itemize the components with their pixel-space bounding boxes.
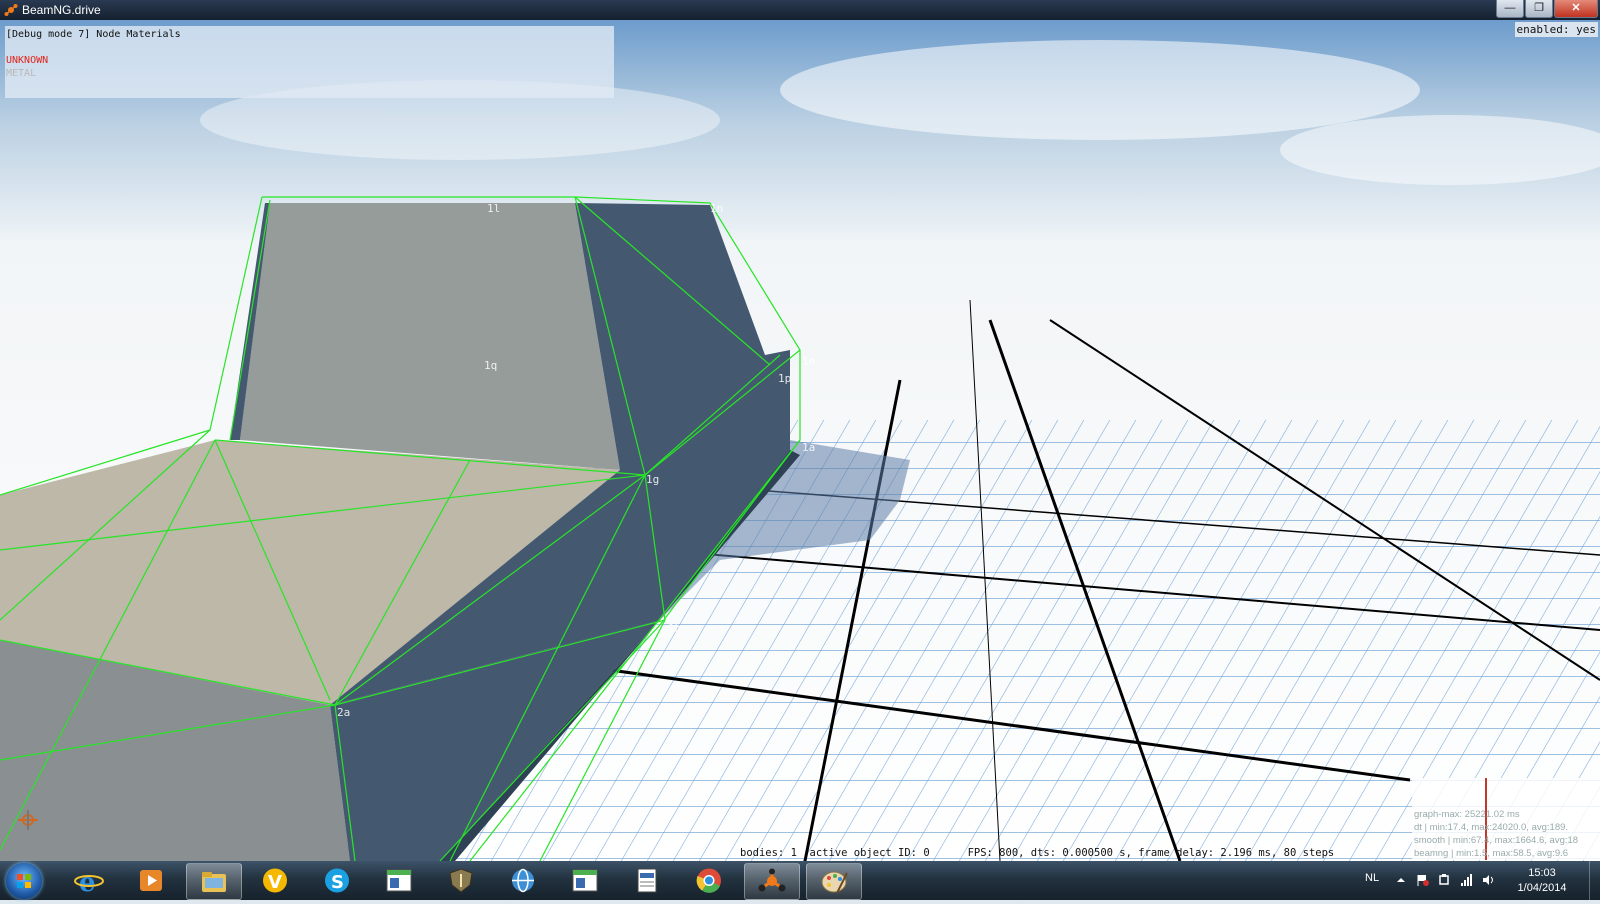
node-label: 1h (668, 622, 682, 635)
node-label: 1p (778, 372, 792, 385)
node-label: 1n (710, 202, 724, 215)
svg-text:S: S (331, 872, 344, 893)
window-app-icon (386, 869, 412, 892)
window-titlebar[interactable]: BeamNG.drive — ❐ ✕ (0, 0, 1600, 20)
start-button[interactable] (6, 863, 42, 899)
close-button[interactable]: ✕ (1554, 0, 1598, 18)
network-signal-icon[interactable] (1460, 874, 1472, 886)
taskbar-item-chrome[interactable] (682, 863, 736, 898)
minimize-button[interactable]: — (1496, 0, 1524, 18)
physics-status-bar: bodies: 1 active object ID: 0 FPS: 800, … (740, 847, 1335, 859)
graph-smooth-line: smooth | min:67.4, max:1664.6, avg:18 (1414, 835, 1579, 846)
node-label: 1e (802, 355, 816, 368)
performance-graph: graph-max: 25221.02 ms dt | min:17.4, ma… (1412, 778, 1600, 860)
paint-palette-icon (821, 871, 848, 894)
taskbar-item-shield-app[interactable] (434, 863, 488, 898)
taskbar-item-v-app[interactable]: V (248, 863, 302, 898)
language-indicator[interactable]: NL (1365, 872, 1379, 884)
svg-text:V: V (268, 872, 282, 893)
taskbar-item-skype[interactable]: S (310, 863, 364, 898)
window-app-icon (572, 869, 598, 892)
taskbar-item-beamng[interactable] (744, 863, 800, 900)
beamng-app-icon (4, 4, 18, 16)
action-center-flag-icon[interactable] (1417, 874, 1429, 886)
taskbar-item-internet-explorer[interactable]: e (62, 863, 116, 898)
debug-mode-line: [Debug mode 7] Node Materials (6, 29, 181, 40)
window-title: BeamNG.drive (22, 3, 101, 17)
taskbar-item-paint[interactable] (806, 863, 862, 900)
graph-dt-line: dt | min:17.4, max:24020.0, avg:189. (1414, 822, 1569, 833)
chrome-icon (696, 868, 721, 893)
node-label: 1q (484, 359, 498, 372)
node-label: 1g (646, 473, 660, 486)
taskbar-item-globe-app[interactable] (496, 863, 550, 898)
clock-date: 1/04/2014 (1517, 882, 1567, 894)
node-label: 1a (802, 441, 816, 454)
taskbar-item-window-app-2[interactable] (558, 863, 612, 898)
system-tray: NL 15:03 1/04/2014 (1360, 861, 1600, 900)
v-app-icon: V (263, 868, 287, 893)
taskbar-item-window-app[interactable] (372, 863, 426, 898)
skype-icon: S (325, 868, 349, 893)
taskbar: e V S NL 15:03 1/04/2014 (0, 861, 1600, 900)
shield-icon (449, 868, 473, 893)
windows-logo-icon (17, 874, 31, 888)
taskbar-clock[interactable]: 15:03 1/04/2014 (1512, 866, 1572, 896)
clock-time: 15:03 (1528, 867, 1556, 879)
usb-device-icon[interactable] (1438, 874, 1450, 886)
taskbar-item-media-player[interactable] (124, 863, 178, 898)
show-desktop-button[interactable] (1589, 861, 1600, 900)
folder-icon (202, 872, 226, 892)
graph-max-line: graph-max: 25221.02 ms (1414, 809, 1520, 820)
beamng-icon (758, 868, 786, 892)
game-viewport[interactable] (0, 20, 1600, 861)
material-unknown: UNKNOWN (6, 55, 49, 66)
debug-panel: [Debug mode 7] Node Materials UNKNOWN ME… (5, 26, 614, 98)
taskbar-item-file-explorer[interactable] (186, 863, 242, 900)
document-icon (637, 868, 657, 893)
node-label: 2a (337, 706, 351, 719)
volume-icon[interactable] (1482, 874, 1494, 886)
globe-icon (512, 868, 534, 893)
scene-render (0, 20, 1600, 861)
internet-explorer-icon: e (74, 868, 104, 894)
svg-text:e: e (79, 868, 96, 894)
show-hidden-icons-icon[interactable] (1395, 874, 1407, 886)
taskbar-item-document-app[interactable] (620, 863, 674, 898)
window-controls: — ❐ ✕ (1495, 0, 1598, 19)
graph-beamng-line: beamng | min:1.5, max:58.5, avg:9.6 (1414, 848, 1569, 859)
media-player-icon (140, 870, 162, 891)
node-label: 1l (487, 202, 501, 215)
enabled-status: enabled: yes (1514, 22, 1598, 37)
material-metal: METAL (6, 68, 37, 79)
maximize-button[interactable]: ❐ (1525, 0, 1553, 18)
